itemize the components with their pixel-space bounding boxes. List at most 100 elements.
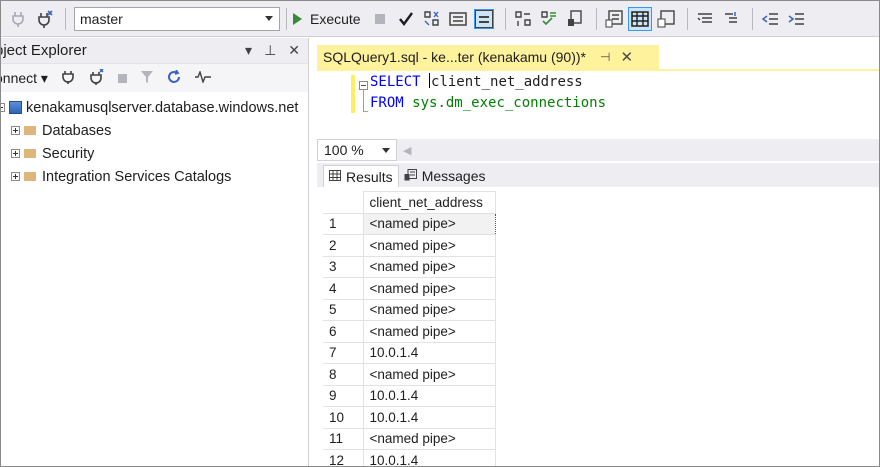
tab-messages[interactable]: Messages [399,165,491,187]
tab-sqlquery1[interactable]: SQLQuery1.sql - ke...ter (kenakamu (90))… [317,45,659,69]
pin-icon[interactable]: ⊥ [264,42,276,59]
activity-monitor-icon[interactable] [194,69,211,86]
cell-client-net-address[interactable]: <named pipe> [362,212,496,235]
cell-client-net-address[interactable]: <named pipe> [362,427,496,450]
code-line-1: SELECT client_net_address [370,73,583,90]
cell-client-net-address[interactable]: <named pipe> [362,363,496,386]
results-to-text-icon[interactable] [603,8,625,30]
close-icon[interactable]: ✕ [620,48,633,66]
outdent-icon[interactable] [759,8,781,30]
table-row[interactable]: 7 10.0.1.4 [323,341,496,364]
expand-icon[interactable] [11,126,20,135]
tree-node-security[interactable]: Security [1,142,308,165]
row-number[interactable]: 4 [323,277,364,300]
database-dropdown[interactable]: master [74,6,280,31]
stop-icon[interactable] [369,8,391,30]
collapse-region-icon[interactable] [359,81,368,90]
sqlcmd-mode-icon[interactable] [564,8,586,30]
disconnect-icon[interactable] [33,8,55,30]
cell-client-net-address[interactable]: 10.0.1.4 [362,341,496,364]
row-number[interactable]: 8 [323,363,364,386]
tree-node-integration-services[interactable]: Integration Services Catalogs [1,165,308,188]
results-tabs: Results Messages [317,163,879,187]
document-tabs: SQLQuery1.sql - ke...ter (kenakamu (90))… [317,45,879,69]
collapse-icon[interactable] [1,103,5,112]
table-row[interactable]: 11 <named pipe> [323,427,496,450]
checkmark-icon[interactable] [395,8,417,30]
cell-client-net-address[interactable]: 10.0.1.4 [362,449,496,466]
object-explorer-panel: bject Explorer ▾ ⊥ ✕ onnect ▾ [0,38,309,466]
row-number[interactable]: 6 [323,320,364,343]
table-row[interactable]: 12 10.0.1.4 [323,449,496,466]
intellisense-icon[interactable] [538,8,560,30]
connect-dropdown[interactable]: onnect ▾ [1,70,48,87]
results-pane-icon[interactable] [473,8,495,30]
toolbar-separator [504,7,506,30]
close-icon[interactable]: ✕ [288,42,300,59]
table-row[interactable]: 8 <named pipe> [323,363,496,386]
tab-results[interactable]: Results [323,165,399,187]
table-row[interactable]: 5 <named pipe> [323,298,496,321]
scroll-left-icon[interactable]: ◀ [403,144,411,157]
table-row[interactable]: 10 10.0.1.4 [323,406,496,429]
refresh-icon[interactable] [167,69,181,87]
stop-icon[interactable] [117,71,127,86]
row-number[interactable]: 11 [323,427,364,450]
row-number[interactable]: 3 [323,255,364,278]
results-to-file-icon[interactable] [655,8,677,30]
row-number[interactable]: 2 [323,234,364,257]
row-number[interactable]: 9 [323,384,364,407]
tree-node-label: Security [42,145,95,162]
display-plan-icon[interactable] [447,8,469,30]
folder-icon [24,126,36,135]
results-to-grid-icon[interactable] [627,6,652,31]
cell-client-net-address[interactable]: <named pipe> [362,298,496,321]
cell-client-net-address[interactable]: <named pipe> [362,320,496,343]
cell-client-net-address[interactable]: 10.0.1.4 [362,406,496,429]
table-row[interactable]: 1 <named pipe> [323,212,496,235]
select-column: client_net_address [431,74,583,90]
results-grid[interactable]: client_net_address 1 <named pipe> 2 <named … [323,191,496,466]
editor-zoom-bar: 100 % ◀ [317,139,879,161]
cell-client-net-address[interactable]: <named pipe> [362,255,496,278]
connect-plug-icon[interactable] [62,70,74,87]
filter-icon[interactable] [140,70,153,86]
object-explorer-title: bject Explorer [0,42,87,59]
query-editor[interactable]: SELECT client_net_address FROM sys.dm_ex… [317,71,879,139]
column-header[interactable]: client_net_address [362,191,496,214]
row-number[interactable]: 10 [323,406,364,429]
object-explorer-tree: kenakamusqlserver.database.windows.net D… [1,92,308,188]
table-row[interactable]: 2 <named pipe> [323,234,496,257]
parse-icon[interactable] [421,8,443,30]
zoom-dropdown[interactable]: 100 % [317,139,397,161]
disconnect-icon[interactable] [88,67,104,88]
messages-icon [404,168,417,184]
tree-node-databases[interactable]: Databases [1,119,308,142]
table-row[interactable]: 4 <named pipe> [323,277,496,300]
toolbar-separator [286,7,287,30]
cell-client-net-address[interactable]: <named pipe> [362,277,496,300]
plug-icon[interactable] [7,8,29,30]
query-options-icon[interactable] [512,8,534,30]
cell-client-net-address[interactable]: 10.0.1.4 [362,384,496,407]
table-row[interactable]: 6 <named pipe> [323,320,496,343]
table-row[interactable]: 9 10.0.1.4 [323,384,496,407]
uncomment-icon[interactable] [720,8,742,30]
row-number[interactable]: 5 [323,298,364,321]
expand-icon[interactable] [11,149,20,158]
row-number[interactable]: 1 [323,212,364,235]
tree-node-server[interactable]: kenakamusqlserver.database.windows.net [1,96,308,119]
chevron-down-icon [382,148,390,153]
indent-icon[interactable] [785,8,807,30]
execute-button[interactable]: Execute [293,11,361,27]
table-row[interactable]: 3 <named pipe> [323,255,496,278]
grid-corner[interactable] [323,191,364,214]
cell-client-net-address[interactable]: <named pipe> [362,234,496,257]
comment-icon[interactable] [694,8,716,30]
row-number[interactable]: 12 [323,449,364,466]
pin-icon[interactable]: ⊣ [600,50,610,64]
row-number[interactable]: 7 [323,341,364,364]
ssms-window: master Execute bject Explorer ▾ ⊥ ✕ nnec… [0,0,880,467]
window-position-icon[interactable]: ▾ [245,42,252,59]
expand-icon[interactable] [11,172,20,181]
